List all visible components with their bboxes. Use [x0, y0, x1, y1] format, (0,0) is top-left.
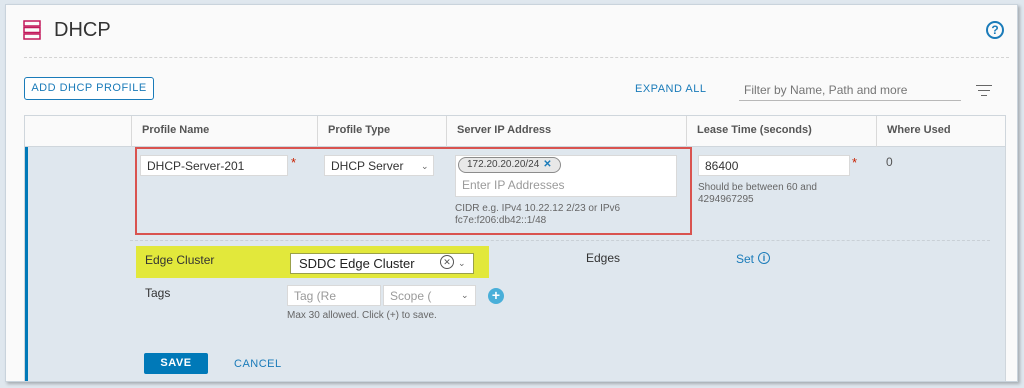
tag-input[interactable]: Tag (Re [287, 285, 381, 306]
annotation-box [135, 147, 692, 235]
chevron-down-icon: ⌄ [461, 290, 469, 300]
info-icon[interactable]: i [758, 252, 770, 264]
clear-icon[interactable]: ✕ [440, 255, 454, 269]
page-title: DHCP [54, 19, 111, 41]
filter-input[interactable] [739, 79, 961, 101]
add-tag-icon[interactable]: + [488, 288, 504, 304]
table-header: Profile Name Profile Type Server IP Addr… [25, 116, 1005, 147]
divider [24, 57, 1009, 58]
tags-label: Tags [145, 286, 171, 300]
save-button[interactable]: SAVE [144, 353, 208, 374]
add-dhcp-profile-button[interactable]: ADD DHCP PROFILE [24, 77, 154, 100]
tags-hint: Max 30 allowed. Click (+) to save. [287, 310, 437, 321]
lease-time-input[interactable]: 86400 [698, 155, 850, 176]
divider [130, 240, 990, 241]
edges-set-link[interactable]: Set [736, 252, 754, 266]
column-header-server-ip[interactable]: Server IP Address [446, 116, 686, 147]
edge-cluster-label: Edge Cluster [145, 253, 215, 267]
cancel-button[interactable]: CANCEL [234, 358, 282, 370]
where-used-count: 0 [886, 155, 893, 169]
filter-icon[interactable] [976, 85, 992, 100]
expand-all-link[interactable]: EXPAND ALL [635, 83, 706, 95]
lease-time-hint: Should be between 60 and 4294967295 [698, 182, 817, 205]
required-marker: * [852, 155, 858, 170]
column-header-profile-type[interactable]: Profile Type [317, 116, 446, 147]
server-icon [23, 20, 41, 40]
dhcp-page: DHCP ? ADD DHCP PROFILE EXPAND ALL Profi… [5, 4, 1018, 382]
column-header-lease-time[interactable]: Lease Time (seconds) [686, 116, 876, 147]
edges-label: Edges [586, 251, 621, 265]
column-header-profile-name[interactable]: Profile Name [131, 116, 317, 147]
chevron-down-icon: ⌄ [458, 258, 466, 268]
help-icon[interactable]: ? [986, 21, 1004, 39]
column-header-where-used[interactable]: Where Used [876, 116, 1007, 147]
